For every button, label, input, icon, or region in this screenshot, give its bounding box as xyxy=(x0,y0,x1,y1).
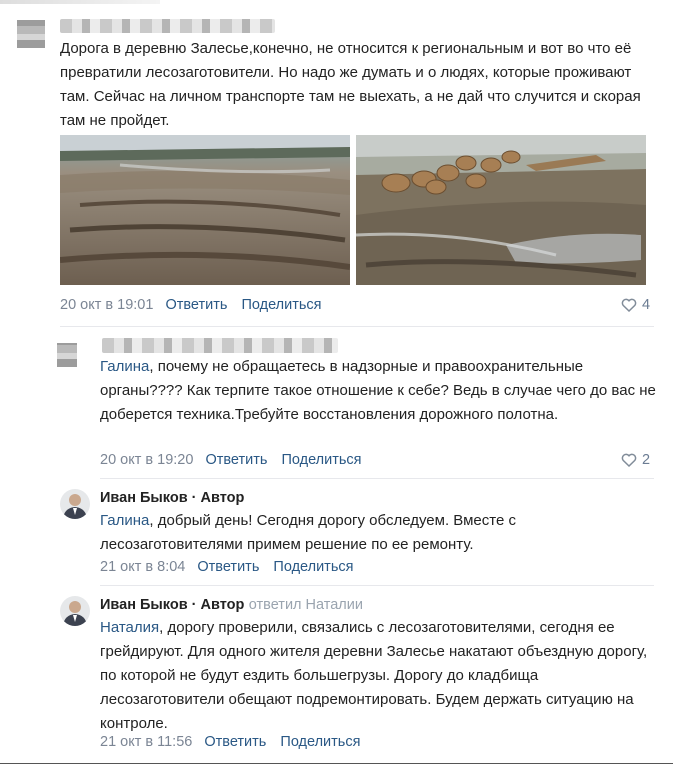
comment3-meta: 21 окт в 11:56 Ответить Поделиться xyxy=(100,734,370,750)
comment2-author[interactable]: Иван Быков · Автор xyxy=(100,487,660,509)
post-like-button[interactable]: 4 xyxy=(621,297,650,313)
comment3-reply-button[interactable]: Ответить xyxy=(204,734,266,750)
comment2-date[interactable]: 21 окт в 8:04 xyxy=(100,559,185,575)
comment2-text: , добрый день! Сегодня дорогу обследуем.… xyxy=(100,512,516,553)
top-blurred-strip xyxy=(0,0,160,4)
comment3: Иван Быков · Автор ответил Наталии Натал… xyxy=(100,594,660,736)
post-author-avatar[interactable] xyxy=(17,20,45,48)
comment1-date[interactable]: 20 окт в 19:20 xyxy=(100,452,193,468)
comment3-text: , дорогу проверили, связались с лесозаго… xyxy=(100,619,648,732)
comment1-reply-button[interactable]: Ответить xyxy=(205,452,267,468)
comment3-date[interactable]: 21 окт в 11:56 xyxy=(100,734,192,750)
comment3-mention[interactable]: Наталия xyxy=(100,619,159,636)
post-photo-logs-mud[interactable] xyxy=(356,135,646,285)
comment2-share-button[interactable]: Поделиться xyxy=(273,559,353,575)
post-share-button[interactable]: Поделиться xyxy=(241,297,321,313)
comment1-like-button[interactable]: 2 xyxy=(621,452,650,468)
comment1-author-blurred[interactable] xyxy=(102,338,338,353)
comment2-meta: 21 окт в 8:04 Ответить Поделиться xyxy=(100,559,363,575)
post-likes-count: 4 xyxy=(642,297,651,313)
post-author-name-blurred[interactable] xyxy=(60,19,275,33)
separator xyxy=(60,326,654,327)
separator xyxy=(100,585,654,586)
comment2-avatar[interactable] xyxy=(60,489,90,519)
comment1-avatar[interactable] xyxy=(57,343,77,367)
comment2: Иван Быков · Автор Галина, добрый день! … xyxy=(100,487,660,557)
comment1-likes-count: 2 xyxy=(642,452,651,468)
comment1: Галина, почему не обращаетесь в надзорны… xyxy=(100,355,660,427)
post: Дорога в деревню Залесье,конечно, не отн… xyxy=(60,37,660,133)
comment3-replied-to[interactable]: ответил Наталии xyxy=(249,597,363,613)
comment1-text: , почему не обращаетесь в надзорные и пр… xyxy=(100,358,656,423)
comment3-share-button[interactable]: Поделиться xyxy=(280,734,360,750)
heart-icon xyxy=(621,298,637,312)
bottom-border xyxy=(0,763,673,764)
comment3-author[interactable]: Иван Быков · Автор xyxy=(100,597,244,613)
post-photo-road-field[interactable] xyxy=(60,135,350,285)
separator xyxy=(100,478,654,479)
comment2-mention[interactable]: Галина xyxy=(100,512,149,529)
heart-icon xyxy=(621,453,637,467)
post-reply-button[interactable]: Ответить xyxy=(165,297,227,313)
comment1-mention[interactable]: Галина xyxy=(100,358,149,375)
comment2-reply-button[interactable]: Ответить xyxy=(197,559,259,575)
comment1-meta: 20 окт в 19:20 Ответить Поделиться xyxy=(100,452,372,468)
post-meta: 20 окт в 19:01 Ответить Поделиться xyxy=(60,297,332,313)
comment1-share-button[interactable]: Поделиться xyxy=(281,452,361,468)
comment3-avatar[interactable] xyxy=(60,596,90,626)
post-text: Дорога в деревню Залесье,конечно, не отн… xyxy=(60,40,641,129)
post-date[interactable]: 20 окт в 19:01 xyxy=(60,297,153,313)
